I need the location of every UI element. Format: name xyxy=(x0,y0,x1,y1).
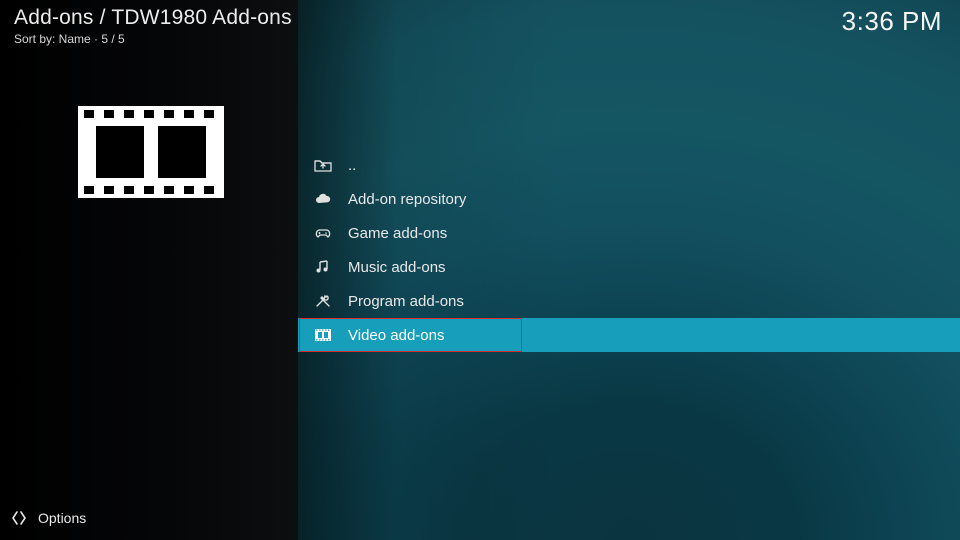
list-item-label: Add-on repository xyxy=(348,191,466,208)
list-item-label: Music add-ons xyxy=(348,259,446,276)
options-icon xyxy=(10,509,28,527)
list-item-music[interactable]: Music add-ons xyxy=(298,250,960,284)
gamepad-icon xyxy=(314,224,332,242)
category-list: .. Add-on repository xyxy=(298,148,960,352)
list-item-video[interactable]: Video add-ons xyxy=(298,318,960,352)
list-item-label: Video add-ons xyxy=(348,327,444,344)
music-icon xyxy=(314,258,332,276)
breadcrumb: Add-ons / TDW1980 Add-ons xyxy=(14,6,292,30)
list-item-label: Program add-ons xyxy=(348,293,464,310)
list-item-label: .. xyxy=(348,157,356,174)
list-item-label: Game add-ons xyxy=(348,225,447,242)
folder-up-icon xyxy=(314,156,332,174)
side-panel: Add-ons / TDW1980 Add-ons Sort by: Name … xyxy=(0,0,298,540)
list-item-game[interactable]: Game add-ons xyxy=(298,216,960,250)
category-large-film-icon xyxy=(78,106,224,198)
tools-icon xyxy=(314,292,332,310)
cloud-icon xyxy=(314,190,332,208)
main-panel: 3:36 PM .. xyxy=(298,0,960,540)
list-item-parent-dir[interactable]: .. xyxy=(298,148,960,182)
app-root: Add-ons / TDW1980 Add-ons Sort by: Name … xyxy=(0,0,960,540)
sort-indicator: Sort by: Name · 5 / 5 xyxy=(14,32,125,46)
options-button[interactable]: Options xyxy=(10,506,86,530)
clock: 3:36 PM xyxy=(842,6,942,37)
film-icon xyxy=(314,326,332,344)
list-item-repository[interactable]: Add-on repository xyxy=(298,182,960,216)
options-label: Options xyxy=(38,510,86,526)
list-item-program[interactable]: Program add-ons xyxy=(298,284,960,318)
